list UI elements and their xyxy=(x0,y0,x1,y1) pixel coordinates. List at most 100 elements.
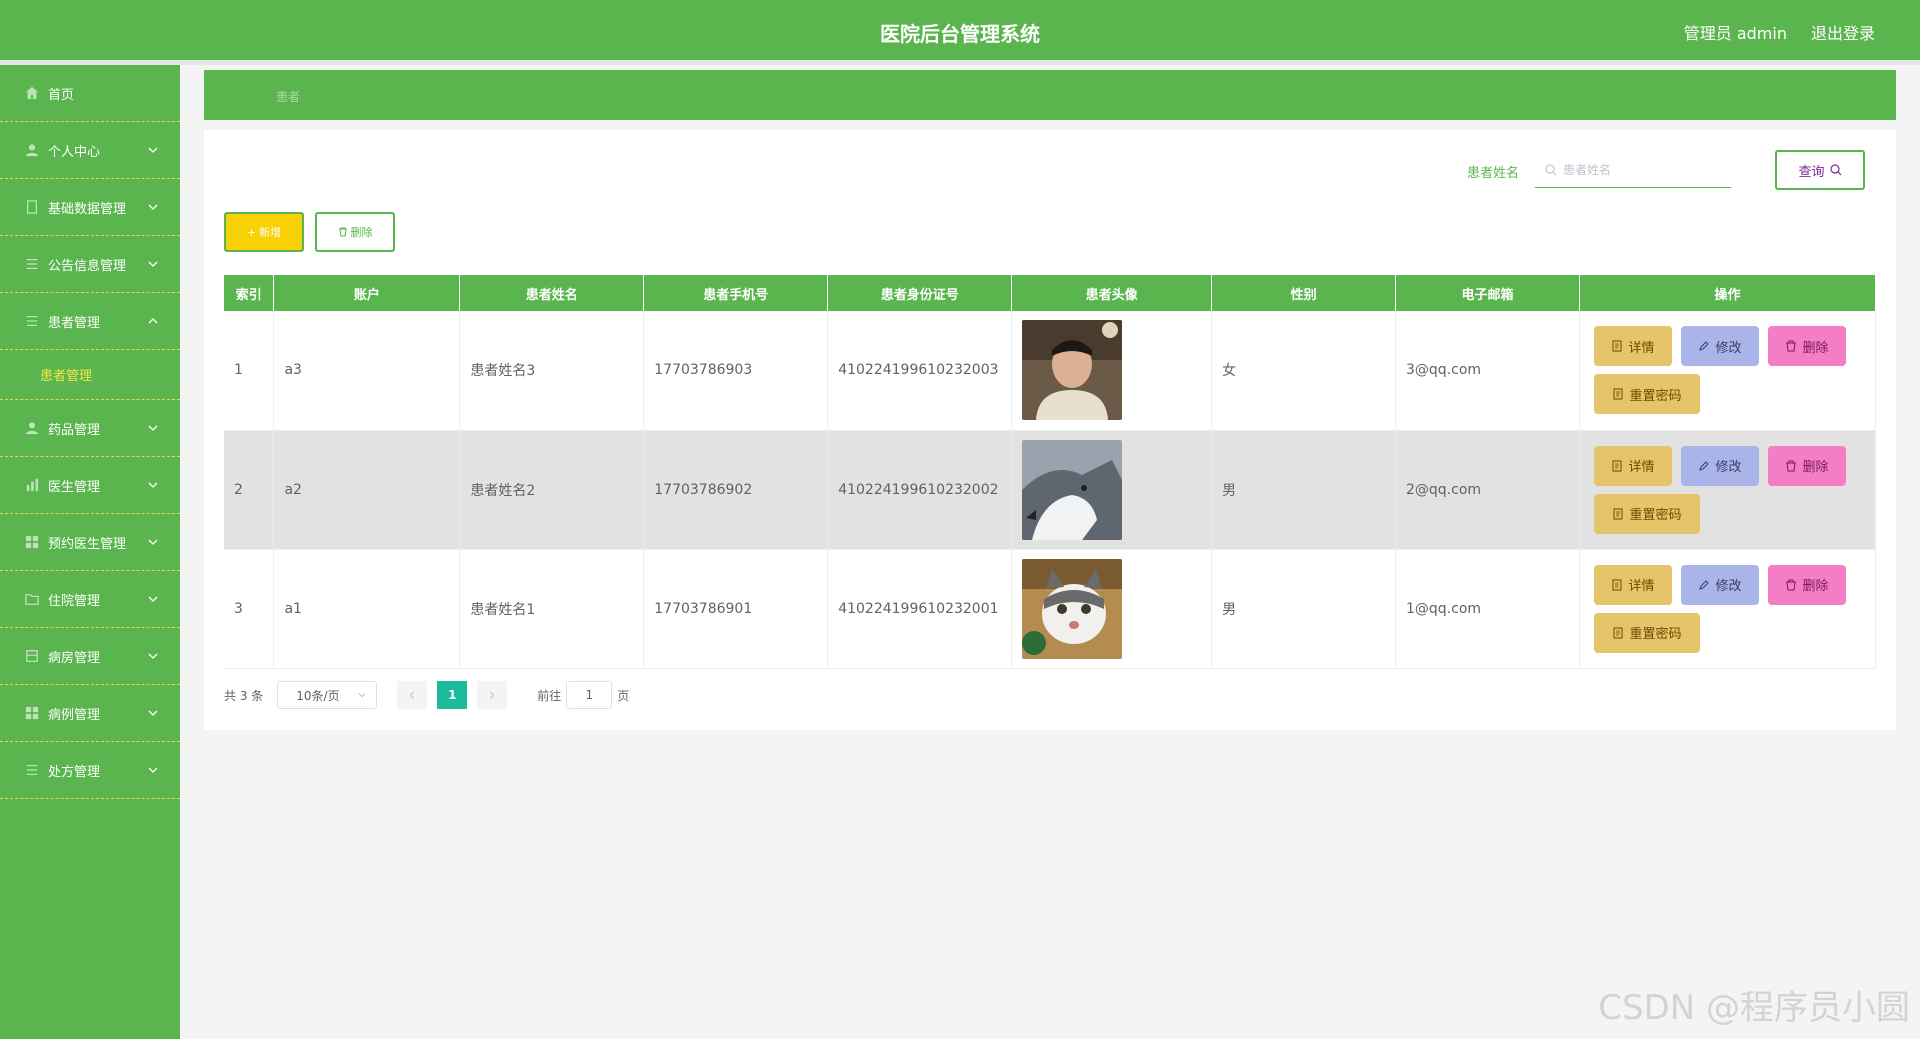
sidebar-item-label: 住院管理 xyxy=(48,593,101,609)
goto-suffix: 页 xyxy=(617,688,630,703)
cell-idcard: 410224199610232003 xyxy=(827,311,1013,431)
edit-button[interactable]: 修改 xyxy=(1680,326,1759,367)
cell-idcard: 410224199610232002 xyxy=(827,430,1013,550)
col-header: 操作 xyxy=(1579,275,1877,311)
sidebar-item-appointment[interactable]: 预约医生管理 xyxy=(0,514,180,571)
query-button[interactable]: 查询 xyxy=(1775,150,1865,190)
list-icon xyxy=(24,257,40,271)
list-icon xyxy=(24,763,40,777)
document-icon xyxy=(1613,627,1623,638)
current-user[interactable]: 管理员 admin xyxy=(1684,20,1787,44)
sidebar-subitem-label: 患者管理 xyxy=(40,369,93,384)
search-field xyxy=(1535,152,1731,188)
sidebar-item-patient[interactable]: 患者管理 xyxy=(0,293,180,350)
content-panel: 患者姓名 查询 + 新增 删除 索引 账户 患者姓名 患者手机号 患者身份证号 … xyxy=(204,130,1896,730)
col-header: 电子邮箱 xyxy=(1395,275,1580,311)
chevron-left-icon xyxy=(409,691,415,699)
prev-page-button[interactable] xyxy=(397,681,428,709)
detail-button[interactable]: 详情 xyxy=(1593,564,1672,605)
cell-account: a3 xyxy=(273,311,461,431)
reset-password-label: 重置密码 xyxy=(1629,508,1682,523)
chevron-up-icon xyxy=(148,318,158,324)
search-label: 患者姓名 xyxy=(1467,166,1520,181)
breadcrumb-current[interactable]: 患者 xyxy=(276,88,300,105)
document-icon xyxy=(1612,579,1622,590)
sidebar-item-basic-data[interactable]: 基础数据管理 xyxy=(0,179,180,236)
box-icon xyxy=(24,649,40,663)
header-divider xyxy=(0,60,1920,65)
cell-index: 3 xyxy=(224,549,275,669)
edit-label: 修改 xyxy=(1715,579,1742,594)
cell-gender: 男 xyxy=(1211,549,1397,669)
sidebar-item-case[interactable]: 病例管理 xyxy=(0,685,180,742)
header-user-area: 管理员 admin 退出登录 xyxy=(1684,20,1875,44)
cell-index: 1 xyxy=(224,311,275,431)
avatar[interactable] xyxy=(1022,439,1123,540)
cell-name: 患者姓名1 xyxy=(459,549,645,669)
sidebar-item-label: 基础数据管理 xyxy=(48,201,127,217)
reset-password-button[interactable]: 重置密码 xyxy=(1593,493,1700,534)
top-header: 医院后台管理系统 管理员 admin 退出登录 xyxy=(0,0,1920,60)
chevron-down-icon xyxy=(148,596,158,602)
cell-account: a1 xyxy=(273,549,461,669)
query-button-label: 查询 xyxy=(1798,164,1825,180)
sidebar-item-label: 药品管理 xyxy=(48,422,101,438)
detail-label: 详情 xyxy=(1628,460,1655,475)
delete-button[interactable]: 删除 xyxy=(1767,564,1846,605)
detail-button[interactable]: 详情 xyxy=(1593,445,1672,486)
cell-name: 患者姓名3 xyxy=(459,311,645,431)
folder-icon xyxy=(24,592,40,606)
chevron-right-icon xyxy=(490,691,495,699)
detail-button[interactable]: 详情 xyxy=(1593,326,1672,367)
batch-delete-label: 删除 xyxy=(350,226,373,239)
next-page-button[interactable] xyxy=(477,681,508,709)
delete-button[interactable]: 删除 xyxy=(1767,326,1846,367)
trash-icon xyxy=(338,227,347,237)
goto-page-input[interactable] xyxy=(566,681,613,709)
cell-name: 患者姓名2 xyxy=(459,430,645,550)
sidebar-item-prescription[interactable]: 处方管理 xyxy=(0,742,180,799)
cell-gender: 女 xyxy=(1211,311,1397,431)
logout-link[interactable]: 退出登录 xyxy=(1811,20,1875,44)
sidebar-item-announcement[interactable]: 公告信息管理 xyxy=(0,236,180,293)
document-icon xyxy=(1613,508,1623,519)
reset-password-button[interactable]: 重置密码 xyxy=(1593,612,1700,653)
sidebar-item-home[interactable]: 首页 xyxy=(0,65,180,122)
cell-gender: 男 xyxy=(1211,430,1397,550)
sidebar-item-medicine[interactable]: 药品管理 xyxy=(0,400,180,457)
avatar[interactable] xyxy=(1022,558,1123,659)
table-row: 3 a1 患者姓名1 17703786901 41022419961023200… xyxy=(224,549,1877,669)
cell-phone: 17703786902 xyxy=(643,430,829,550)
sidebar-subitem-patient[interactable]: 患者管理 xyxy=(0,350,180,400)
search-input[interactable] xyxy=(1563,162,1723,177)
chevron-down-icon xyxy=(148,147,158,153)
page-number-current[interactable]: 1 xyxy=(437,681,468,709)
page-size-select[interactable]: 10条/页 xyxy=(277,681,378,709)
reset-password-button[interactable]: 重置密码 xyxy=(1593,374,1700,415)
pagination-total: 共 3 条 xyxy=(224,688,264,703)
search-icon xyxy=(1829,164,1841,176)
edit-button[interactable]: 修改 xyxy=(1680,445,1759,486)
trash-icon xyxy=(1786,460,1797,471)
search-icon xyxy=(1545,163,1557,175)
batch-delete-button[interactable]: 删除 xyxy=(315,212,395,252)
list-icon xyxy=(24,314,40,328)
user-icon xyxy=(24,143,40,157)
add-button[interactable]: + 新增 xyxy=(224,212,304,252)
delete-button[interactable]: 删除 xyxy=(1767,445,1846,486)
sidebar-item-doctor[interactable]: 医生管理 xyxy=(0,457,180,514)
avatar[interactable] xyxy=(1022,320,1123,421)
sidebar-item-hospitalization[interactable]: 住院管理 xyxy=(0,571,180,628)
col-header: 性别 xyxy=(1211,275,1397,311)
edit-button[interactable]: 修改 xyxy=(1680,564,1759,605)
add-button-label: 新增 xyxy=(259,226,282,239)
edit-label: 修改 xyxy=(1715,340,1742,356)
sidebar-item-ward[interactable]: 病房管理 xyxy=(0,628,180,685)
cell-index: 2 xyxy=(224,430,275,550)
row-actions: 详情 修改 删除 重置密码 xyxy=(1590,564,1850,653)
chevron-down-icon xyxy=(148,539,158,545)
document-icon xyxy=(1612,460,1622,471)
sidebar-item-personal[interactable]: 个人中心 xyxy=(0,122,180,179)
table-header-row: 索引 账户 患者姓名 患者手机号 患者身份证号 患者头像 性别 电子邮箱 操作 xyxy=(224,275,1877,311)
home-icon xyxy=(24,86,40,100)
